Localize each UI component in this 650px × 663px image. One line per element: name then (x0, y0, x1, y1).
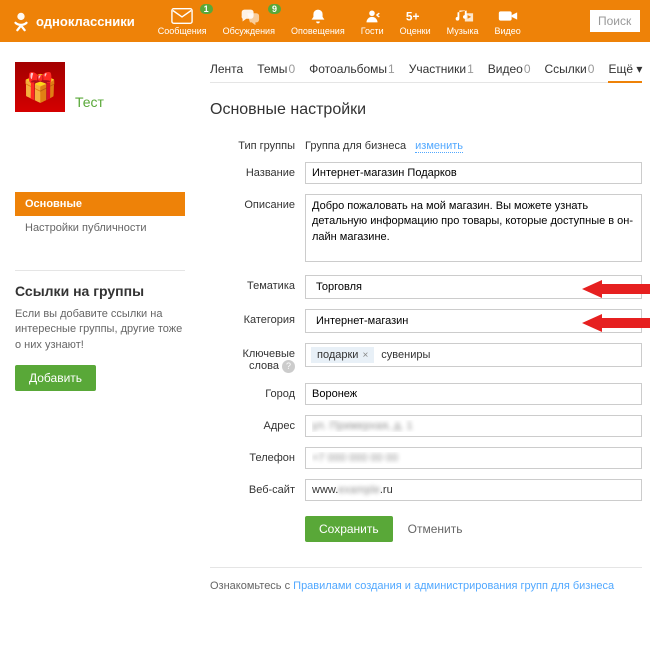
ratings-icon: 5+ (404, 7, 426, 25)
nav-music[interactable]: Музыка (439, 7, 487, 36)
brand-text: одноклассники (36, 14, 135, 29)
city-label: Город (210, 383, 305, 400)
tab-links[interactable]: Ссылки0 (545, 62, 595, 76)
site-label: Веб-сайт (210, 479, 305, 496)
nav-video[interactable]: Видео (486, 7, 528, 36)
nav-notifications[interactable]: Оповещения (283, 7, 353, 36)
svg-text:5+: 5+ (406, 9, 420, 23)
tab-topics[interactable]: Темы0 (257, 62, 295, 76)
help-icon[interactable]: ? (282, 360, 295, 373)
tab-members[interactable]: Участники1 (409, 62, 474, 76)
city-input[interactable] (305, 383, 642, 405)
badge: 1 (200, 4, 213, 14)
theme-label: Тематика (210, 275, 305, 292)
name-input[interactable] (305, 162, 642, 184)
nav-ratings[interactable]: 5+ Оценки (392, 7, 439, 36)
type-label: Тип группы (210, 135, 305, 152)
side-menu: Основные Настройки публичности (15, 192, 185, 240)
cancel-link[interactable]: Отменить (408, 522, 463, 536)
nav-messages[interactable]: Сообщения 1 (150, 7, 215, 36)
tab-more[interactable]: Ещё ▾ (608, 62, 642, 83)
group-name[interactable]: Тест (75, 94, 104, 112)
group-avatar[interactable]: 🎁 (15, 62, 65, 112)
nav-label: Обсуждения (223, 26, 275, 36)
site-input[interactable]: www.example.ru (305, 479, 642, 501)
links-title: Ссылки на группы (15, 283, 185, 299)
keyword-tag: подарки× (311, 347, 374, 363)
desc-label: Описание (210, 194, 305, 211)
logo[interactable]: одноклассники (10, 10, 135, 32)
guests-icon (361, 7, 383, 25)
addr-label: Адрес (210, 415, 305, 432)
sidebar-item-main[interactable]: Основные (15, 192, 185, 216)
section-title: Основные настройки (210, 101, 642, 119)
sidebar-item-privacy[interactable]: Настройки публичности (15, 216, 185, 240)
tab-albums[interactable]: Фотоальбомы1 (309, 62, 395, 76)
envelope-icon (171, 7, 193, 25)
keyword-text: сувениры (378, 347, 433, 363)
tab-feed[interactable]: Лента (210, 62, 243, 76)
phone-input[interactable] (305, 447, 642, 469)
nav-label: Музыка (447, 26, 479, 36)
nav-guests[interactable]: Гости (353, 7, 392, 36)
bell-icon (307, 7, 329, 25)
cat-select[interactable]: Интернет-магазин (305, 309, 642, 333)
nav-label: Оповещения (291, 26, 345, 36)
nav-label: Гости (361, 26, 384, 36)
tabs: Лента Темы0 Фотоальбомы1 Участники1 Виде… (210, 62, 642, 83)
video-icon (497, 7, 519, 25)
rules-link[interactable]: Правилами создания и администрирования г… (293, 580, 614, 592)
addr-input[interactable] (305, 415, 642, 437)
nav-label: Оценки (400, 26, 431, 36)
save-button[interactable]: Сохранить (305, 516, 393, 542)
chat-icon (238, 7, 260, 25)
nav-discussions[interactable]: Обсуждения 9 (215, 7, 283, 36)
name-label: Название (210, 162, 305, 179)
nav-label: Видео (494, 26, 520, 36)
tab-video[interactable]: Видео0 (488, 62, 531, 76)
change-type-link[interactable]: изменить (415, 140, 463, 153)
remove-tag-icon[interactable]: × (362, 350, 368, 361)
badge: 9 (268, 4, 281, 14)
footer-note: Ознакомьтесь с Правилами создания и адми… (210, 567, 642, 592)
search-input[interactable]: Поиск (590, 10, 640, 32)
top-header: одноклассники Сообщения 1 Обсуждения 9 О… (0, 0, 650, 42)
theme-select[interactable]: Торговля (305, 275, 642, 299)
keywords-input[interactable]: подарки× сувениры (305, 343, 642, 367)
music-icon (452, 7, 474, 25)
phone-label: Телефон (210, 447, 305, 464)
kw-label: Ключевые слова? (210, 343, 305, 373)
desc-textarea[interactable]: Добро пожаловать на мой магазин. Вы може… (305, 194, 642, 262)
links-section: Ссылки на группы Если вы добавите ссылки… (15, 270, 185, 391)
links-desc: Если вы добавите ссылки на интересные гр… (15, 307, 185, 353)
nav-label: Сообщения (158, 26, 207, 36)
type-value: Группа для бизнеса изменить (305, 135, 642, 152)
group-header: 🎁 Тест (15, 62, 185, 112)
ok-logo-icon (10, 10, 32, 32)
add-link-button[interactable]: Добавить (15, 365, 96, 391)
cat-label: Категория (210, 309, 305, 326)
